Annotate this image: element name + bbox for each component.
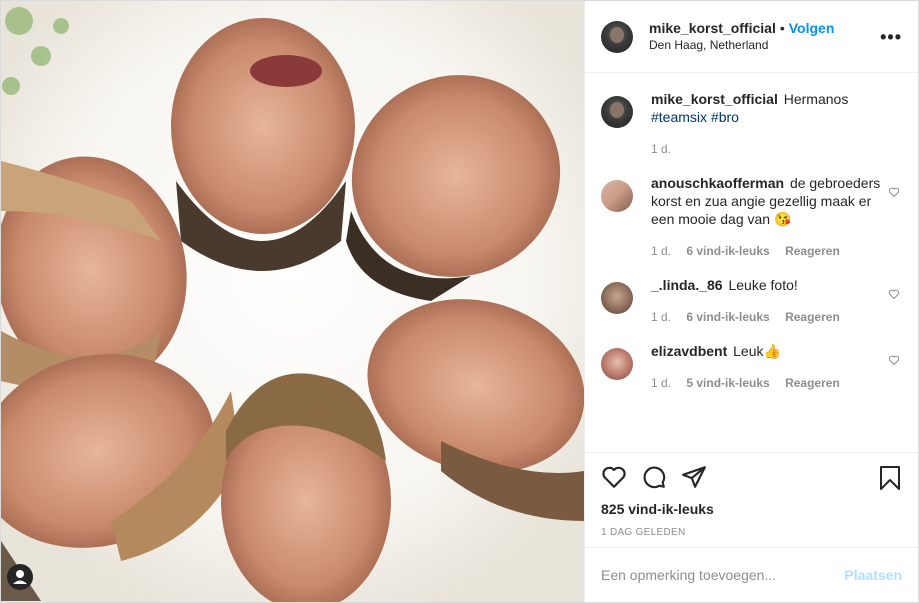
caption-username[interactable]: mike_korst_official (651, 91, 778, 107)
share-send-icon[interactable] (681, 464, 707, 490)
comment-item: anouschkaofferman de gebroeders korst en… (601, 174, 902, 260)
post-date[interactable]: 1 DAG GELEDEN (601, 527, 902, 538)
hashtag-link[interactable]: #teamsix (651, 109, 707, 125)
hashtag-link[interactable]: #bro (711, 109, 739, 125)
post-location[interactable]: Den Haag, Netherland (649, 37, 834, 54)
comment-text: Leuk👍 (733, 343, 781, 359)
comment-likes[interactable]: 6 vind-ik-leuks (686, 310, 769, 324)
commenter-username[interactable]: anouschkaofferman (651, 175, 784, 191)
commenter-avatar[interactable] (601, 282, 633, 314)
reply-button[interactable]: Reageren (785, 310, 840, 324)
instagram-post: mike_korst_official • Volgen Den Haag, Net… (0, 0, 919, 603)
user-tag-icon[interactable] (7, 564, 33, 590)
like-count[interactable]: 825 vind-ik-leuks (601, 501, 902, 517)
like-comment-icon[interactable] (888, 288, 900, 300)
comment-timestamp[interactable]: 1 d. (651, 376, 671, 390)
follow-button[interactable]: Volgen (789, 20, 835, 36)
like-comment-icon[interactable] (888, 186, 900, 198)
caption-text: Hermanos (783, 91, 849, 107)
post-actions: 825 vind-ik-leuks 1 DAG GELEDEN (585, 452, 918, 547)
comment-likes[interactable]: 5 vind-ik-leuks (686, 376, 769, 390)
comment-text: Leuke foto! (728, 277, 798, 293)
comment-timestamp[interactable]: 1 d. (651, 310, 671, 324)
commenter-avatar[interactable] (601, 348, 633, 380)
comment-item: _.linda._86 Leuke foto! 1 d. 6 vind-ik-l… (601, 276, 902, 326)
comments-list[interactable]: mike_korst_official Hermanos #teamsix #b… (585, 74, 918, 452)
comment-bubble-icon[interactable] (641, 464, 667, 490)
post-photo[interactable] (1, 1, 584, 602)
like-heart-icon[interactable] (601, 464, 627, 490)
comment-item: elizavdbent Leuk👍 1 d. 5 vind-ik-leuks R… (601, 342, 902, 392)
commenter-username[interactable]: elizavdbent (651, 343, 727, 359)
caption-avatar[interactable] (601, 96, 633, 128)
author-username[interactable]: mike_korst_official (649, 20, 776, 36)
like-comment-icon[interactable] (888, 354, 900, 366)
post-header: mike_korst_official • Volgen Den Haag, Net… (585, 1, 918, 73)
bookmark-icon[interactable] (878, 465, 902, 491)
caption: mike_korst_official Hermanos #teamsix #b… (601, 90, 902, 158)
reply-button[interactable]: Reageren (785, 244, 840, 258)
caption-timestamp[interactable]: 1 d. (651, 142, 671, 156)
add-comment-bar: Plaatsen (585, 547, 918, 602)
reply-button[interactable]: Reageren (785, 376, 840, 390)
comment-timestamp[interactable]: 1 d. (651, 244, 671, 258)
commenter-username[interactable]: _.linda._86 (651, 277, 723, 293)
post-comment-button[interactable]: Plaatsen (844, 567, 902, 583)
comment-input[interactable] (601, 567, 845, 583)
commenter-avatar[interactable] (601, 180, 633, 212)
comment-likes[interactable]: 6 vind-ik-leuks (686, 244, 769, 258)
group-selfie-image (1, 1, 584, 602)
author-avatar[interactable] (601, 20, 633, 53)
separator-dot: • (779, 19, 785, 36)
more-options-icon[interactable]: ••• (880, 27, 902, 48)
post-side-panel: mike_korst_official • Volgen Den Haag, Net… (584, 1, 918, 602)
